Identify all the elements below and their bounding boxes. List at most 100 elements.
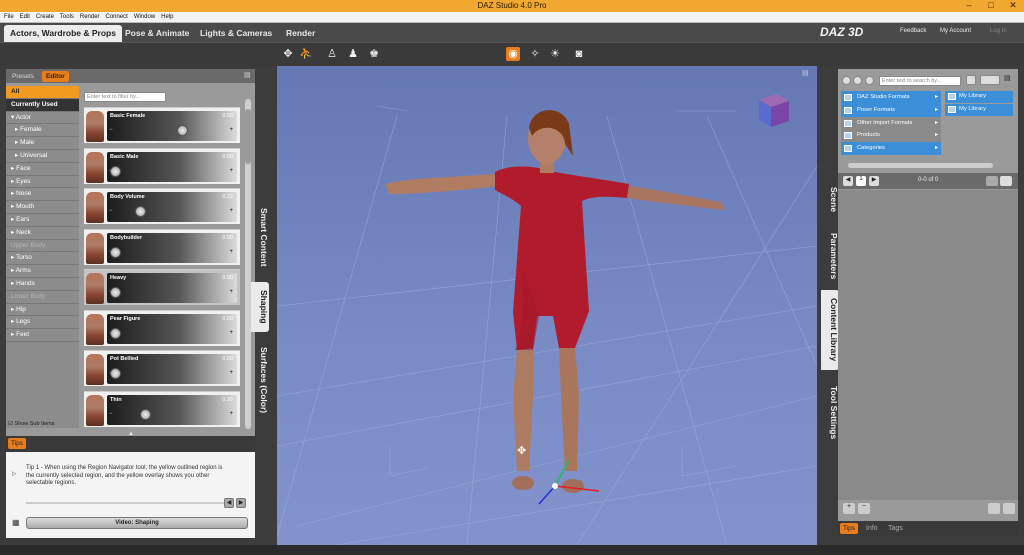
figure-tool-icon[interactable]: ♙	[325, 47, 339, 61]
morph-slider[interactable]: Pot Bellied0.00−+	[84, 350, 240, 386]
morph-value[interactable]: 0.22	[222, 194, 233, 200]
increment-icon[interactable]: +	[229, 370, 233, 376]
category-item[interactable]: ▸ Mouth	[6, 201, 79, 214]
category-item[interactable]: Currently Used	[6, 98, 79, 112]
zoom-in-button[interactable]	[1003, 503, 1015, 514]
category-item[interactable]: ▸ Eyes	[6, 176, 79, 189]
slider-track[interactable]: Bodybuilder0.00−+	[107, 232, 237, 263]
camera-icon[interactable]: ◙	[572, 47, 586, 61]
category-item[interactable]: ▸ Torso	[6, 252, 79, 266]
node-select-tool-icon[interactable]: ♟	[346, 47, 360, 61]
tab-actors-wardrobe-props[interactable]: Actors, Wardrobe & Props	[4, 25, 122, 42]
collapse-icon[interactable]: ▲	[128, 431, 134, 437]
category-item[interactable]: ▸ Ears	[6, 214, 79, 227]
panel-options-icon[interactable]: ▤	[244, 71, 251, 79]
library-tree-item[interactable]: Other Import Formats ▸	[841, 116, 941, 130]
category-item[interactable]: ▸ Female	[6, 124, 79, 138]
category-item[interactable]: ▸ Hands	[6, 278, 79, 291]
tab-lights-cameras[interactable]: Lights & Cameras	[194, 25, 278, 42]
zoom-out-button[interactable]	[988, 503, 1000, 514]
prev-page-button[interactable]: ◀	[843, 176, 853, 186]
3d-viewport[interactable]: ✥ ▤	[277, 66, 817, 545]
decrement-icon[interactable]: −	[109, 208, 113, 214]
morph-slider[interactable]: Body Volume 0.22 − +	[84, 188, 240, 224]
morph-slider[interactable]: Basic Female 0.58 − +	[84, 107, 240, 143]
slider-track[interactable]: Basic Male0.00−+	[107, 151, 237, 182]
menu-help[interactable]: Help	[161, 12, 173, 22]
slider-knob[interactable]	[110, 327, 121, 339]
morph-value[interactable]: 0.00	[222, 235, 233, 241]
slider-knob[interactable]	[176, 125, 188, 136]
tips-tab[interactable]: Tips	[8, 438, 27, 449]
library-item[interactable]: My Library	[945, 91, 1013, 103]
increment-icon[interactable]: +	[229, 289, 233, 295]
next-tip-button[interactable]: ▶	[236, 498, 246, 508]
icon-view-button[interactable]	[1000, 176, 1012, 186]
library-tree-item[interactable]: DAZ Studio Formats ▸	[841, 91, 941, 104]
morph-slider[interactable]: Heavy0.00−+	[84, 269, 240, 305]
slider-track[interactable]: Thin 0.26 − +	[107, 394, 237, 425]
content-area[interactable]	[838, 190, 1018, 500]
category-item[interactable]: ▾ Actor	[6, 112, 79, 125]
remove-button[interactable]: −	[858, 503, 870, 514]
slider-track[interactable]: Pear Figure0.00−+	[107, 313, 237, 344]
slider-knob[interactable]	[110, 246, 121, 258]
tab-tags[interactable]: Tags	[888, 525, 903, 532]
menu-render[interactable]: Render	[80, 12, 100, 22]
category-item[interactable]: Lower Body	[6, 291, 79, 304]
morph-value[interactable]: 0.58	[222, 113, 233, 119]
library-tree-item[interactable]: Poser Formats ▸	[841, 103, 941, 117]
category-item[interactable]: Upper Body	[6, 240, 79, 253]
library-tree-item[interactable]: Products ▸	[841, 129, 941, 143]
slider-knob[interactable]	[135, 206, 147, 217]
morph-value[interactable]: 0.00	[222, 356, 233, 362]
spot-render-icon[interactable]: ✧	[528, 47, 542, 61]
next-page-button[interactable]: ▶	[869, 176, 879, 186]
video-shaping-button[interactable]: Video: Shaping	[26, 517, 248, 529]
category-item[interactable]: ▸ Feet	[6, 329, 79, 342]
tab-parameters[interactable]: Parameters	[821, 226, 839, 286]
tree-scrollbar[interactable]	[848, 163, 993, 168]
menu-window[interactable]: Window	[134, 12, 155, 22]
library-item[interactable]: My Library	[945, 103, 1013, 116]
category-item[interactable]: ▸ Nose	[6, 188, 79, 202]
pose-tool-icon[interactable]: ⛹	[299, 47, 313, 61]
minimize-button[interactable]: –	[958, 0, 980, 12]
prev-tip-button[interactable]: ◀	[224, 498, 234, 508]
search-options-button[interactable]	[966, 75, 976, 85]
tab-smart-content[interactable]: Smart Content	[251, 200, 269, 275]
expand-arrow-icon[interactable]: ▸	[935, 104, 938, 116]
morph-slider[interactable]: Thin 0.26 − +	[84, 390, 240, 427]
tab-content-library[interactable]: Content Library	[821, 290, 839, 370]
category-item[interactable]: ▸ Male	[6, 137, 79, 150]
morph-slider[interactable]: Basic Male0.00−+	[84, 147, 240, 184]
close-button[interactable]: ✕	[1002, 0, 1024, 12]
page-number[interactable]: 1	[856, 176, 866, 186]
login-link[interactable]: Log In	[990, 28, 1007, 34]
slider-track[interactable]: Basic Female 0.58 − +	[107, 111, 237, 141]
category-item[interactable]: ▸ Legs	[6, 316, 79, 330]
expand-arrow-icon[interactable]: ▸	[935, 117, 938, 129]
slider-track[interactable]: Pot Bellied0.00−+	[107, 354, 237, 384]
tab-info[interactable]: Info	[866, 525, 878, 532]
menu-edit[interactable]: Edit	[20, 12, 30, 22]
navigation-cube[interactable]	[759, 94, 789, 127]
maximize-button[interactable]: □	[980, 0, 1002, 12]
forward-button[interactable]	[853, 76, 862, 85]
panel-menu-icon[interactable]: ▤	[1004, 74, 1011, 82]
tab-tool-settings[interactable]: Tool Settings	[821, 378, 839, 448]
back-button[interactable]	[842, 76, 851, 85]
menu-file[interactable]: File	[4, 12, 14, 22]
morph-value[interactable]: 0.00	[222, 316, 233, 322]
expand-arrow-icon[interactable]: ▸	[935, 129, 938, 141]
category-item[interactable]: ▸ Face	[6, 163, 79, 176]
category-item[interactable]: ▸ Universal	[6, 150, 79, 163]
decrement-icon[interactable]: −	[109, 411, 113, 417]
menu-tools[interactable]: Tools	[60, 12, 74, 22]
expand-arrow-icon[interactable]: ▸	[935, 142, 938, 154]
category-item[interactable]: ▸ Arms	[6, 265, 79, 278]
group-tool-icon[interactable]: ♚	[367, 47, 381, 61]
feedback-link[interactable]: Feedback	[900, 28, 926, 34]
morph-value[interactable]: 0.26	[222, 397, 233, 403]
tab-presets[interactable]: Presets	[8, 71, 38, 82]
